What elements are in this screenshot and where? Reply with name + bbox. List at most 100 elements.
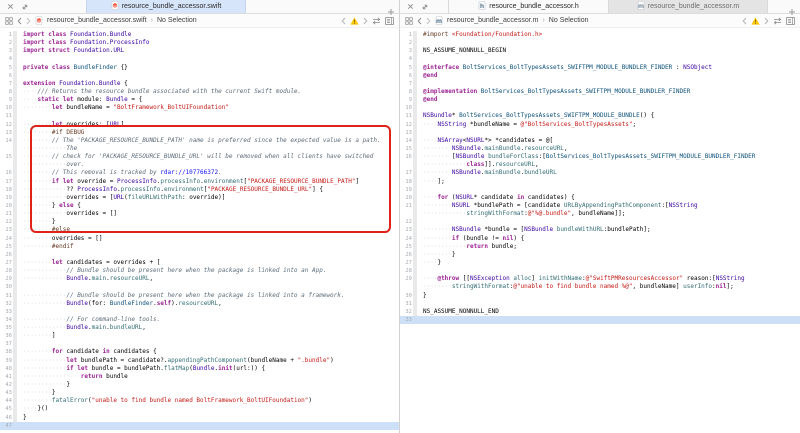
code-line[interactable]: 10········let bundleName = "BoltFramewor… [0, 104, 399, 112]
code-line[interactable]: 13········#if DEBUG [0, 129, 399, 137]
code-line[interactable]: 18····]; [400, 178, 800, 186]
counterparts-icon[interactable] [372, 17, 381, 25]
counterparts-icon[interactable] [773, 17, 782, 25]
code-line[interactable]: 7 [400, 80, 800, 88]
code-line[interactable]: 1#import <Foundation/Foundation.h> [400, 31, 800, 39]
code-line[interactable]: 22········} [0, 218, 399, 226]
code-line[interactable]: 28············// Bundle should be presen… [0, 267, 399, 275]
code-line[interactable]: 32NS_ASSUME_NONNULL_END [400, 308, 800, 316]
code-line[interactable]: 26 [0, 251, 399, 259]
add-tab-icon[interactable] [387, 3, 395, 21]
code-line[interactable]: 13 [400, 129, 800, 137]
code-line[interactable]: 25········#endif [0, 243, 399, 251]
breadcrumb-selection[interactable]: No Selection [549, 17, 589, 24]
code-line[interactable]: ············over. [0, 161, 399, 169]
code-line[interactable]: 34············// For command-line tools. [0, 316, 399, 324]
code-line[interactable]: 1import class Foundation.Bundle [0, 31, 399, 39]
next-issue-icon[interactable] [363, 17, 368, 25]
code-line[interactable]: 31 [400, 300, 800, 308]
code-line[interactable]: 7extension Foundation.Bundle { [0, 80, 399, 88]
code-line[interactable]: 16········// This removal is tracked by … [0, 169, 399, 177]
breadcrumb-selection[interactable]: No Selection [157, 17, 197, 24]
code-line[interactable]: 23········NSBundle *bundle = [NSBundle b… [400, 226, 800, 234]
expand-editor-icon[interactable] [421, 3, 429, 11]
code-line[interactable]: 5private class BundleFinder {} [0, 64, 399, 72]
code-line[interactable]: 20········} else { [0, 202, 399, 210]
back-icon[interactable] [417, 17, 422, 25]
code-line[interactable]: 17········NSBundle.mainBundle.bundleURL [400, 169, 800, 177]
code-line[interactable]: 43········} [0, 389, 399, 397]
code-line[interactable]: 19············overrides = [URL(fileURLWi… [0, 194, 399, 202]
code-line[interactable]: 6@end [400, 72, 800, 80]
prev-issue-icon[interactable] [341, 17, 346, 25]
code-line[interactable]: 27····} [400, 259, 800, 267]
code-line[interactable]: 37 [0, 340, 399, 348]
code-line[interactable]: 35············Bundle.main.bundleURL, [0, 324, 399, 332]
tab-resource-bundle-accessor-h[interactable]: h resource_bundle_accessor.h [448, 0, 608, 13]
code-line[interactable]: 24········overrides = [] [0, 235, 399, 243]
back-icon[interactable] [17, 17, 22, 25]
code-line[interactable]: 24········if (bundle != nil) { [400, 235, 800, 243]
code-line[interactable]: 18············?? ProcessInfo.processInfo… [0, 186, 399, 194]
code-line[interactable]: 3NS_ASSUME_NONNULL_BEGIN [400, 47, 800, 55]
code-line[interactable]: 8@implementation BoltServices_BoltTypesA… [400, 88, 800, 96]
code-line[interactable]: 9@end [400, 96, 800, 104]
code-line[interactable]: 30} [400, 292, 800, 300]
code-line[interactable]: 42············} [0, 381, 399, 389]
code-line[interactable]: 15········NSBundle.mainBundle.resourceUR… [400, 145, 800, 153]
code-line[interactable]: 36········] [0, 332, 399, 340]
code-line[interactable]: 20····for (NSURL* candidate in candidate… [400, 194, 800, 202]
code-line[interactable]: 29····@throw [[NSException alloc] initWi… [400, 275, 800, 283]
close-editor-icon[interactable] [7, 3, 14, 10]
code-line[interactable]: 15········// check for 'PACKAGE_RESOURCE… [0, 153, 399, 161]
code-line[interactable]: 10 [400, 104, 800, 112]
code-editor-swift[interactable]: 1import class Foundation.Bundle2import c… [0, 28, 399, 433]
code-line[interactable]: 17········if let override = ProcessInfo.… [0, 178, 399, 186]
code-line[interactable]: 33 [0, 308, 399, 316]
code-line[interactable]: 26········} [400, 251, 800, 259]
code-line[interactable]: 39············let bundlePath = candidate… [0, 357, 399, 365]
code-line[interactable]: 46} [0, 414, 399, 422]
code-line[interactable]: 11NSBundle* BoltServices_BoltTypesAssets… [400, 112, 800, 120]
code-line[interactable]: 4 [0, 55, 399, 63]
code-line[interactable]: ············class]].resourceURL, [400, 161, 800, 169]
code-line[interactable]: 41················return bundle [0, 373, 399, 381]
code-line[interactable]: 29············Bundle.main.resourceURL, [0, 275, 399, 283]
code-line[interactable]: 28 [400, 267, 800, 275]
code-line[interactable]: 5@interface BoltServices_BoltTypesAssets… [400, 64, 800, 72]
tab-resource-bundle-accessor-m[interactable]: m resource_bundle_accessor.m [608, 0, 768, 13]
code-line[interactable]: 44········fatalError("unable to find bun… [0, 397, 399, 405]
code-line[interactable]: 33 [400, 316, 800, 324]
code-line[interactable]: 12····NSString *bundleName = @"BoltServi… [400, 121, 800, 129]
code-line[interactable]: 32············Bundle(for: BundleFinder.s… [0, 300, 399, 308]
forward-icon[interactable] [26, 17, 31, 25]
code-line[interactable]: 14········// The 'PACKAGE_RESOURCE_BUNDL… [0, 137, 399, 145]
expand-editor-icon[interactable] [21, 3, 29, 11]
code-line[interactable]: 2import class Foundation.ProcessInfo [0, 39, 399, 47]
code-line[interactable]: 6 [0, 72, 399, 80]
code-line[interactable]: 3import struct Foundation.URL [0, 47, 399, 55]
related-items-icon[interactable] [405, 17, 413, 25]
code-line[interactable]: 2 [400, 39, 800, 47]
code-line[interactable]: 45····}() [0, 405, 399, 413]
prev-issue-icon[interactable] [742, 17, 747, 25]
code-line[interactable]: 31············// Bundle should be presen… [0, 292, 399, 300]
breadcrumb-file[interactable]: resource_bundle_accessor.m [447, 17, 538, 24]
code-line[interactable]: 22 [400, 218, 800, 226]
next-issue-icon[interactable] [764, 17, 769, 25]
code-editor-objc[interactable]: 1#import <Foundation/Foundation.h>23NS_A… [400, 28, 800, 433]
close-editor-icon[interactable] [407, 3, 414, 10]
warning-icon[interactable] [350, 17, 359, 25]
code-line[interactable]: 19 [400, 186, 800, 194]
tab-resource-bundle-accessor-swift[interactable]: resource_bundle_accessor.swift [86, 0, 246, 13]
code-line[interactable]: 40············if let bundle = bundlePath… [0, 365, 399, 373]
code-line[interactable]: 27········let candidates = overrides + [ [0, 259, 399, 267]
code-line[interactable]: 16········[NSBundle bundleForClass:[Bolt… [400, 153, 800, 161]
code-line[interactable]: ············stringWithFormat:@"%@.bundle… [400, 210, 800, 218]
code-line[interactable]: 12········let overrides: [URL] [0, 121, 399, 129]
code-line[interactable]: 38········for candidate in candidates { [0, 348, 399, 356]
add-tab-icon[interactable] [788, 3, 796, 21]
related-items-icon[interactable] [5, 17, 13, 25]
code-line[interactable]: 9····static let module: Bundle = { [0, 96, 399, 104]
code-line[interactable]: 21············overrides = [] [0, 210, 399, 218]
